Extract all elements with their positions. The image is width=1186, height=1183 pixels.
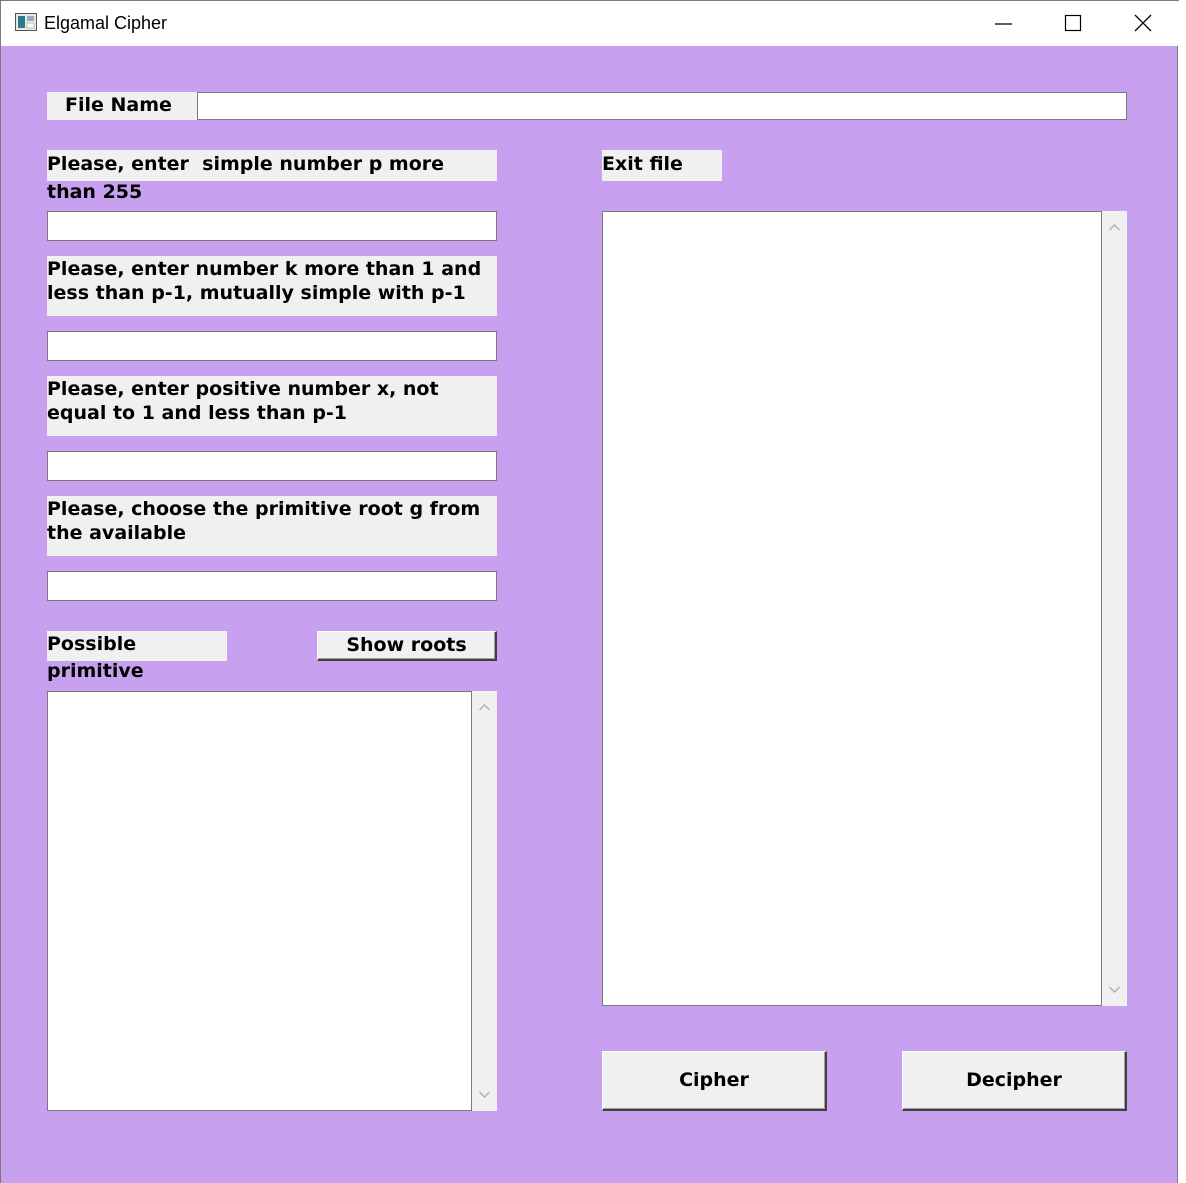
show-roots-button[interactable]: Show roots	[317, 631, 497, 661]
prompt-g-label: Please, choose the primitive root g from…	[47, 496, 497, 556]
window-title: Elgamal Cipher	[44, 13, 168, 33]
cipher-button[interactable]: Cipher	[602, 1051, 827, 1111]
app-icon	[15, 13, 37, 31]
g-input[interactable]	[47, 571, 497, 601]
scroll-down-icon[interactable]	[472, 1083, 497, 1109]
prompt-x-label: Please, enter positive number x, not equ…	[47, 376, 497, 436]
title-bar: Elgamal Cipher	[1, 0, 1179, 46]
maximize-icon	[1064, 14, 1082, 32]
prompt-p-label: Please, enter simple number p more than …	[47, 150, 497, 203]
minimize-button[interactable]	[968, 1, 1038, 47]
file-name-input[interactable]	[197, 92, 1127, 120]
prompt-k-label: Please, enter number k more than 1 and l…	[47, 256, 497, 316]
p-input[interactable]	[47, 211, 497, 241]
x-input[interactable]	[47, 451, 497, 481]
possible-primitive-label: Possible primitive	[47, 631, 227, 682]
scroll-down-icon[interactable]	[1102, 978, 1127, 1004]
scroll-up-icon[interactable]	[1102, 213, 1127, 239]
exit-file-textarea[interactable]	[602, 211, 1102, 1006]
app-window: Elgamal Cipher File Name Please, enter s…	[0, 0, 1179, 1183]
file-name-label: File Name	[47, 92, 197, 120]
background-window-edge	[1178, 0, 1186, 1183]
exit-file-scrollbar[interactable]	[1102, 211, 1127, 1006]
k-input[interactable]	[47, 331, 497, 361]
minimize-icon	[995, 23, 1012, 25]
roots-textarea[interactable]	[47, 691, 472, 1111]
exit-file-label: Exit file	[602, 150, 722, 181]
scroll-up-icon[interactable]	[472, 693, 497, 719]
close-icon	[1134, 14, 1152, 32]
decipher-button[interactable]: Decipher	[902, 1051, 1127, 1111]
roots-scrollbar[interactable]	[472, 691, 497, 1111]
close-button[interactable]	[1108, 1, 1178, 47]
maximize-button[interactable]	[1038, 1, 1108, 47]
